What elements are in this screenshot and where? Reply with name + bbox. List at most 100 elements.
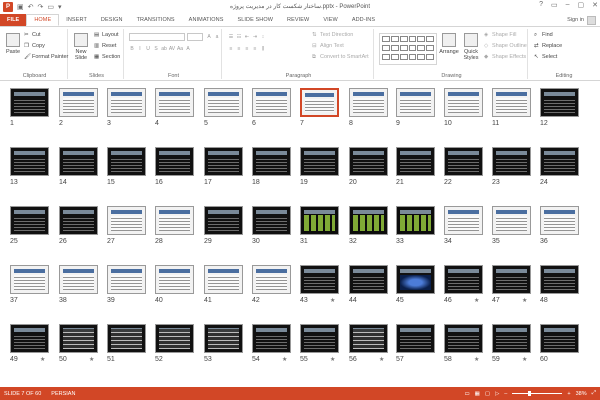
shape-line[interactable] <box>426 36 434 42</box>
slide-thumbnail[interactable] <box>59 265 98 294</box>
slide-thumbnail[interactable] <box>540 88 579 117</box>
slide-thumbnail[interactable] <box>10 265 49 294</box>
slide-thumbnail[interactable] <box>300 88 339 117</box>
decrease-indent-icon[interactable]: ⇤ <box>244 34 250 40</box>
zoom-level[interactable]: 38% <box>576 391 587 397</box>
transition-star-icon[interactable]: ★ <box>282 356 287 363</box>
slide-thumbnail[interactable] <box>349 88 388 117</box>
grow-font-icon[interactable]: A <box>206 34 212 40</box>
sign-in-link[interactable]: Sign in <box>567 17 584 23</box>
slide-thumbnail[interactable] <box>349 206 388 235</box>
slide-thumbnail[interactable] <box>540 206 579 235</box>
slide-thumbnail[interactable] <box>204 147 243 176</box>
transition-star-icon[interactable]: ★ <box>330 356 335 363</box>
minimize-icon[interactable]: – <box>566 1 570 9</box>
new-slide-button[interactable]: New Slide <box>70 49 92 61</box>
increase-indent-icon[interactable]: ⇥ <box>252 34 258 40</box>
center-icon[interactable]: ≡ <box>236 46 242 52</box>
avatar[interactable] <box>587 16 596 25</box>
text-direction-button[interactable]: ⇅ Text Direction <box>312 32 353 38</box>
slide-thumbnail[interactable] <box>252 265 291 294</box>
slide-thumbnail[interactable] <box>396 206 435 235</box>
slide-thumbnail[interactable] <box>10 88 49 117</box>
slide-thumbnail[interactable] <box>349 265 388 294</box>
slide-thumbnail[interactable] <box>492 206 531 235</box>
slide-thumbnail[interactable] <box>107 147 146 176</box>
reading-view-icon[interactable]: ▢ <box>485 391 490 397</box>
shape-rect[interactable] <box>426 45 434 51</box>
underline-icon[interactable]: U <box>145 46 151 52</box>
slide-thumbnail[interactable] <box>444 324 483 353</box>
tab-home[interactable]: HOME <box>26 14 60 26</box>
ribbon-display-icon[interactable]: ▭ <box>551 1 558 9</box>
slide-thumbnail[interactable] <box>204 324 243 353</box>
zoom-slider-knob[interactable] <box>528 391 532 396</box>
transition-star-icon[interactable]: ★ <box>89 356 94 363</box>
slide-sorter-icon[interactable]: ▦ <box>475 391 480 397</box>
slide-thumbnail[interactable] <box>349 147 388 176</box>
align-right-icon[interactable]: ≡ <box>244 46 250 52</box>
slide-thumbnail[interactable] <box>10 206 49 235</box>
redo-icon[interactable]: ↷ <box>38 3 44 11</box>
line-spacing-icon[interactable]: ↕ <box>260 34 266 40</box>
zoom-in-icon[interactable]: + <box>567 391 570 397</box>
justify-icon[interactable]: ≡ <box>252 46 258 52</box>
maximize-icon[interactable]: ▢ <box>578 1 585 9</box>
bold-icon[interactable]: B <box>129 46 135 52</box>
bullets-icon[interactable]: ☰ <box>228 34 234 40</box>
layout-button[interactable]: ▤ Layout <box>94 32 119 38</box>
tab-add-ins[interactable]: ADD-INS <box>345 14 382 26</box>
slide-thumbnail[interactable] <box>107 265 146 294</box>
slide-thumbnail[interactable] <box>204 265 243 294</box>
shape-outline-button[interactable]: ◇ Shape Outline <box>484 43 527 49</box>
slide-thumbnail[interactable] <box>107 324 146 353</box>
slide-thumbnail[interactable] <box>540 147 579 176</box>
slide-thumbnail[interactable] <box>107 206 146 235</box>
shape-misc[interactable] <box>399 54 408 60</box>
shape-line[interactable] <box>390 36 399 42</box>
slide-thumbnail[interactable] <box>59 88 98 117</box>
copy-button[interactable]: ❐ Copy <box>24 43 45 49</box>
shape-line[interactable] <box>417 36 426 42</box>
language-indicator[interactable]: PERSIAN <box>51 391 75 397</box>
arrange-icon[interactable] <box>442 33 456 47</box>
change-case-icon[interactable]: Aa <box>177 46 183 52</box>
customize-toolbar-icon[interactable]: ▾ <box>58 3 62 11</box>
zoom-out-icon[interactable]: – <box>504 391 507 397</box>
arrange-button[interactable]: Arrange <box>436 49 462 55</box>
shape-rect[interactable] <box>399 45 408 51</box>
slideshow-icon[interactable]: ▷ <box>495 391 499 397</box>
slide-thumbnail[interactable] <box>444 206 483 235</box>
slide-thumbnail[interactable] <box>396 147 435 176</box>
tab-review[interactable]: REVIEW <box>280 14 316 26</box>
slide-thumbnail[interactable] <box>155 265 194 294</box>
slide-thumbnail[interactable] <box>300 206 339 235</box>
slide-thumbnail[interactable] <box>59 147 98 176</box>
slide-thumbnail[interactable] <box>540 324 579 353</box>
slide-thumbnail[interactable] <box>396 265 435 294</box>
shape-rect[interactable] <box>408 45 417 51</box>
slide-thumbnail[interactable] <box>492 324 531 353</box>
convert-smartart-button[interactable]: ⧉ Convert to SmartArt <box>312 54 369 60</box>
spacing-icon[interactable]: AV <box>169 46 175 52</box>
find-button[interactable]: ⌕ Find <box>534 32 553 38</box>
slide-thumbnail[interactable] <box>155 324 194 353</box>
paste-icon[interactable] <box>6 33 20 47</box>
transition-star-icon[interactable]: ★ <box>474 356 479 363</box>
slide-thumbnail[interactable] <box>10 324 49 353</box>
shape-rect[interactable] <box>390 45 399 51</box>
slide-thumbnail[interactable] <box>396 88 435 117</box>
zoom-slider[interactable] <box>512 391 563 396</box>
transition-star-icon[interactable]: ★ <box>474 297 479 304</box>
align-text-button[interactable]: ⊟ Align Text <box>312 43 344 49</box>
new-slide-icon[interactable] <box>74 33 88 47</box>
slide-thumbnail[interactable] <box>300 324 339 353</box>
slide-thumbnail[interactable] <box>155 206 194 235</box>
fit-to-window-icon[interactable]: ⤢ <box>592 390 596 397</box>
start-from-beginning-icon[interactable]: ▭ <box>47 3 54 11</box>
tab-file[interactable]: FILE <box>0 14 27 26</box>
section-button[interactable]: ▦ Section <box>94 54 120 60</box>
slide-thumbnail[interactable] <box>492 265 531 294</box>
tab-slide-show[interactable]: SLIDE SHOW <box>231 14 281 26</box>
strikethrough-icon[interactable]: ab <box>161 46 167 52</box>
